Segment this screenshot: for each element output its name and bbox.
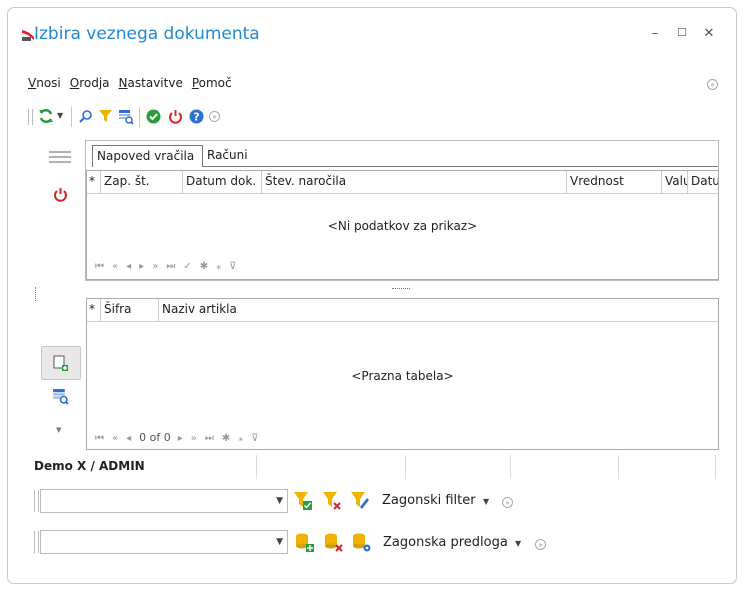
hamburger-menu-icon[interactable] [49,151,71,163]
column-selector[interactable]: * [87,171,101,193]
sidebar-more-icon[interactable]: ▼ [56,426,61,434]
nav-last-icon[interactable]: ⏭ [166,261,176,272]
nav-prev-icon[interactable]: ◂ [126,261,132,272]
grid-navigator: ⏮ « ◂ ▸ » ⏭ ✓ ✱ ⁎ ⊽ [95,261,244,272]
column-sifra[interactable]: Šifra [101,299,159,321]
remove-filter-icon[interactable] [322,491,342,511]
template-settings-icon[interactable] [352,533,372,553]
remove-template-icon[interactable] [324,533,344,553]
toolbar-separator [71,107,72,127]
toolbar-separator [139,107,140,127]
template-dropdown-icon[interactable]: ▼ [515,539,521,548]
edit-filter-icon[interactable] [350,491,370,511]
power-icon[interactable] [168,109,183,124]
column-datum[interactable]: Datu [688,171,718,193]
nav-next-page-icon[interactable]: » [191,433,198,444]
nav-filter-icon[interactable]: ⊽ [251,433,259,444]
chevron-down-icon[interactable]: ▼ [276,496,283,506]
confirm-icon[interactable] [146,109,161,124]
status-user: Demo X / ADMIN [34,459,145,473]
nav-insert-icon[interactable]: ✱ [222,433,231,444]
toolbar-grip[interactable] [28,109,33,125]
status-separator [618,455,619,479]
articles-grid-header: * Šifra Naziv artikla [87,299,718,322]
add-template-icon[interactable] [295,533,315,553]
refresh-icon[interactable] [38,108,54,124]
column-valuta[interactable]: Valu [662,171,688,193]
nav-prev-page-icon[interactable]: « [112,261,119,272]
maximize-button[interactable]: ☐ [672,26,692,46]
filter-options-icon[interactable]: » [502,497,513,508]
documents-grid-header: * Zap. št. Datum dok. Štev. naročila Vre… [87,171,718,194]
apply-filter-icon[interactable] [293,491,313,511]
sidebar-grid-search-icon[interactable] [52,388,69,405]
grid-navigator: ⏮ « ◂ 0 of 0 ▸ » ⏭ ✱ ⁎ ⊽ [95,431,267,444]
column-naziv-artikla[interactable]: Naziv artikla [159,299,718,321]
nav-next-page-icon[interactable]: » [152,261,159,272]
grid-search-icon[interactable] [118,109,134,125]
menu-options-icon[interactable]: » [707,79,718,90]
nav-last-icon[interactable]: ⏭ [205,433,215,444]
articles-grid: * Šifra Naziv artikla <Prazna tabela> ⏮ «… [86,298,719,450]
empty-grid-message: <Ni podatkov za prikaz> [327,219,478,233]
status-separator [510,455,511,479]
add-document-button[interactable] [41,346,81,380]
nav-first-icon[interactable]: ⏮ [95,261,105,272]
nav-next-icon[interactable]: ▸ [139,261,145,272]
menu-nastavitve[interactable]: Nastavitve [119,76,183,90]
filter-dropdown-icon[interactable]: ▼ [483,497,489,506]
template-combo[interactable]: ▼ [40,530,288,554]
column-stev-narocila[interactable]: Štev. naročila [262,171,567,193]
window-title: Izbira veznega dokumenta [34,24,260,44]
column-vrednost[interactable]: Vrednost [567,171,662,193]
nav-first-icon[interactable]: ⏮ [95,433,105,444]
column-selector[interactable]: * [87,299,101,321]
filter-row-grip[interactable] [34,490,39,512]
template-row-grip[interactable] [34,531,39,553]
menu-vnosi[interactable]: Vnosi [28,76,61,90]
refresh-dropdown-icon[interactable]: ▼ [57,111,63,120]
add-document-icon [53,355,68,371]
grid-splitter[interactable] [392,288,410,289]
filter-combo[interactable]: ▼ [40,489,288,513]
filter-icon[interactable] [98,109,113,124]
column-datum-dok[interactable]: Datum dok. [183,171,262,193]
svg-text:?: ? [193,111,199,124]
app-logo-icon [22,30,34,41]
column-zap-st[interactable]: Zap. št. [101,171,183,193]
documents-grid: * Zap. št. Datum dok. Štev. naročila Vre… [86,170,719,280]
startup-template-label[interactable]: Zagonska predloga [383,535,508,550]
toolbar: ▼ ? » [28,107,308,127]
menu-bar: Vnosi Orodja Nastavitve Pomoč [28,76,241,90]
nav-insert-icon[interactable]: ✱ [200,261,209,272]
menu-pomoc[interactable]: Pomoč [192,76,232,90]
startup-filter-label[interactable]: Zagonski filter [382,493,476,508]
sidebar-splitter[interactable] [35,287,37,301]
nav-prev-page-icon[interactable]: « [112,433,119,444]
minimize-button[interactable]: – [645,26,665,46]
template-options-icon[interactable]: » [535,539,546,550]
empty-table-message: <Prazna tabela> [351,369,454,383]
record-info: 0 of 0 [139,431,171,444]
nav-next-icon[interactable]: ▸ [178,433,184,444]
menu-orodja[interactable]: Orodja [70,76,110,90]
sidebar-power-icon[interactable] [53,187,68,202]
close-button[interactable]: ✕ [699,26,719,46]
search-icon[interactable] [78,109,93,124]
nav-confirm-icon[interactable]: ✓ [183,261,192,272]
tab-napoved-vracila[interactable]: Napoved vračila [92,145,203,167]
help-icon[interactable]: ? [189,109,204,124]
nav-insert-copy-icon[interactable]: ⁎ [216,261,222,272]
nav-filter-icon[interactable]: ⊽ [229,261,237,272]
tab-racuni[interactable]: Računi [203,145,252,167]
status-separator [256,455,257,479]
nav-insert-copy-icon[interactable]: ⁎ [238,433,244,444]
status-separator [715,455,716,479]
toolbar-options-icon[interactable]: » [209,111,220,122]
nav-prev-icon[interactable]: ◂ [126,433,132,444]
status-separator [405,455,406,479]
chevron-down-icon[interactable]: ▼ [276,537,283,547]
